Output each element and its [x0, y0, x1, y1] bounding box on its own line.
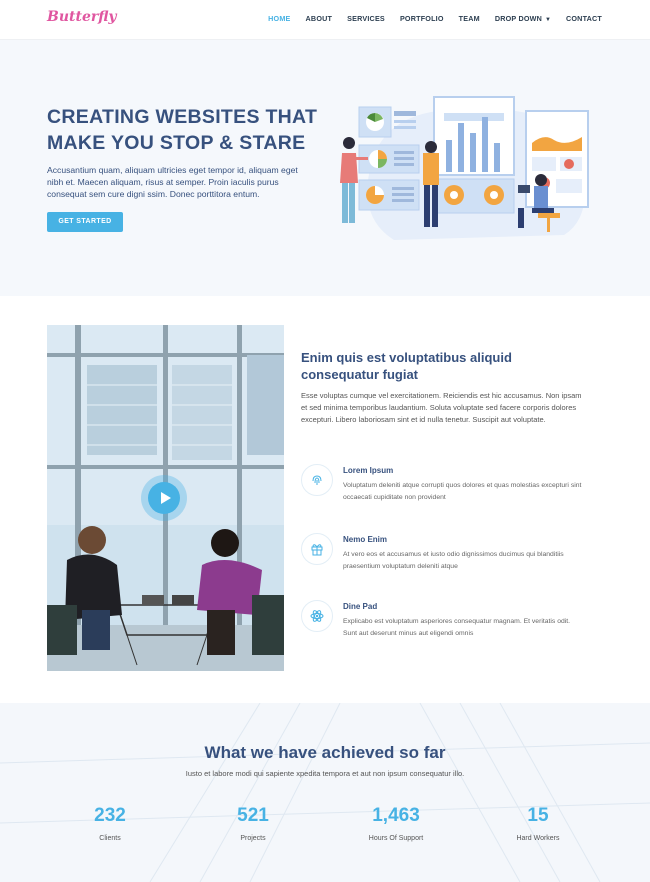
feature-title: Dine Pad [343, 602, 378, 611]
nav-contact[interactable]: CONTACT [566, 14, 602, 23]
stat-label: Clients [99, 835, 121, 842]
stat-label: Hard Workers [516, 835, 560, 842]
fingerprint-icon [301, 464, 333, 496]
logo[interactable]: Butterfly [47, 9, 117, 25]
chevron-down-icon: ▼ [545, 17, 551, 23]
stats-title: What we have achieved so far [204, 743, 446, 762]
stats-subtitle: Iusto et labore modi qui sapiente xpedit… [185, 769, 465, 778]
feature-desc: At vero eos et accusamus et iusto odio d… [343, 551, 564, 570]
gift-icon [301, 533, 333, 565]
nav-portfolio[interactable]: PORTFOLIO [400, 14, 444, 23]
get-started-button[interactable]: GET STARTED [47, 212, 123, 232]
site-header: Butterfly HOME ABOUT SERVICES PORTFOLIO … [0, 0, 650, 40]
play-icon [148, 482, 180, 514]
stat-workers: 15 Hard Workers [478, 805, 598, 842]
stat-value: 521 [237, 805, 269, 826]
feature-title: Lorem Ipsum [343, 466, 394, 475]
feature-item: Lorem Ipsum Voluptatum deleniti atque co… [301, 464, 601, 514]
hero-illustration [340, 96, 589, 240]
stats-section: What we have achieved so far Iusto et la… [0, 703, 650, 882]
hero-text: Accusantium quam, aliquam ultricies eget… [47, 165, 298, 200]
feature-desc: Explicabo est voluptatum asperiores cons… [343, 618, 571, 637]
about-photo [47, 325, 284, 671]
nav-about[interactable]: ABOUT [306, 14, 333, 23]
stat-value: 15 [527, 805, 549, 826]
feature-item: Nemo Enim At vero eos et accusamus et iu… [301, 533, 601, 583]
nav-team[interactable]: TEAM [459, 14, 480, 23]
nav-home[interactable]: HOME [268, 14, 290, 23]
stat-label: Hours Of Support [368, 835, 424, 842]
stat-hours: 1,463 Hours Of Support [336, 805, 456, 842]
feature-title: Nemo Enim [343, 535, 388, 544]
atom-icon [301, 600, 333, 632]
stats-background-image [0, 703, 650, 882]
about-title: Enim quis est voluptatibus aliquid conse… [301, 350, 512, 382]
feature-item: Dine Pad Explicabo est voluptatum asperi… [301, 600, 601, 650]
feature-desc: Voluptatum deleniti atque corrupti quos … [343, 482, 582, 501]
stat-projects: 521 Projects [193, 805, 313, 842]
play-video-button[interactable] [141, 475, 187, 521]
hero-title: CREATING WEBSITES THAT MAKE YOU STOP & S… [47, 106, 318, 154]
hero-section: CREATING WEBSITES THAT MAKE YOU STOP & S… [0, 40, 650, 296]
nav-dropdown-label: DROP DOWN [494, 14, 543, 23]
stat-label: Projects [240, 835, 266, 842]
stat-value: 1,463 [372, 805, 420, 826]
stat-value: 232 [94, 805, 126, 826]
nav-services[interactable]: SERVICES [347, 14, 385, 23]
main-nav: HOME ABOUT SERVICES PORTFOLIO TEAM DROP … [268, 14, 602, 23]
about-text: Esse voluptas cumque vel exercitationem.… [301, 391, 582, 425]
stat-clients: 232 Clients [50, 805, 170, 842]
nav-dropdown[interactable]: DROP DOWN ▼ [495, 14, 551, 23]
